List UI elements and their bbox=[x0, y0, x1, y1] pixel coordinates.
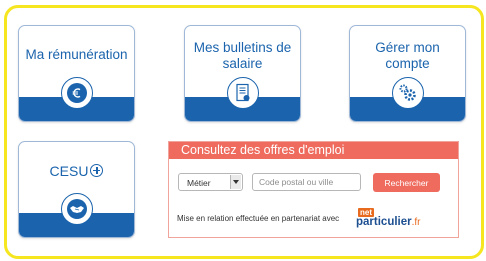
euro-icon bbox=[61, 77, 93, 109]
logo-particulier: particulier.fr bbox=[356, 216, 421, 228]
postal-code-input[interactable] bbox=[252, 173, 361, 191]
gears-icon bbox=[392, 77, 424, 109]
netparticulier-logo[interactable]: net particulier.fr bbox=[356, 208, 426, 230]
cesu-label: CESU bbox=[49, 163, 89, 179]
tile-cesu[interactable]: CESU bbox=[18, 141, 135, 238]
tile-gerer-compte[interactable]: Gérer mon compte bbox=[349, 25, 466, 122]
job-offers-panel: Consultez des offres d'emploi Métier Rec… bbox=[168, 141, 459, 238]
metier-select[interactable]: Métier bbox=[178, 173, 243, 191]
tile-title: Ma rémunération bbox=[25, 47, 128, 62]
partner-text: Mise en relation effectuée en partenaria… bbox=[177, 214, 340, 223]
metier-select-value: Métier bbox=[187, 178, 211, 188]
job-offers-header: Consultez des offres d'emploi bbox=[169, 142, 458, 159]
handshake-icon bbox=[61, 193, 93, 225]
plus-circle-icon bbox=[90, 164, 104, 177]
tile-title: CESU bbox=[19, 163, 134, 179]
tile-mes-bulletins[interactable]: Mes bulletins de salaire bbox=[184, 25, 301, 122]
payslip-icon bbox=[227, 77, 259, 109]
tile-title: Mes bulletins de salaire bbox=[193, 40, 292, 71]
tile-title: Gérer mon compte bbox=[375, 40, 440, 71]
tile-ma-remuneration[interactable]: Ma rémunération bbox=[18, 25, 135, 122]
chevron-down-icon[interactable] bbox=[230, 175, 241, 189]
search-button[interactable]: Rechercher bbox=[373, 173, 440, 192]
